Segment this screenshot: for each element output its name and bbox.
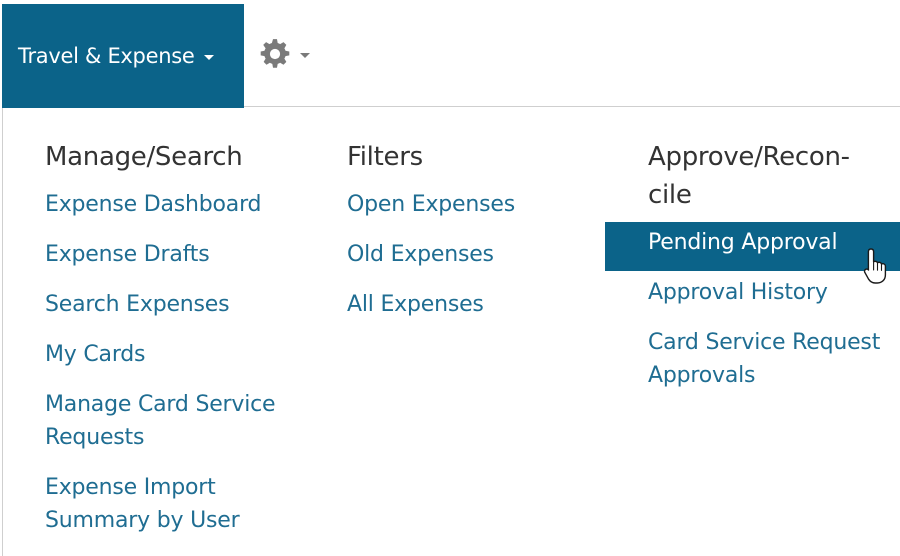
menu-item-manage-card-service-requests[interactable]: Manage Card Service Requests — [45, 388, 295, 454]
travel-expense-menu-button[interactable]: Travel & Expense — [2, 4, 244, 108]
gear-icon — [260, 39, 290, 68]
menu-column-approve-reconcile: Approve/Recon­cile Pending Approval Appr… — [648, 138, 898, 409]
column-heading: Filters — [347, 142, 423, 172]
menu-column-filters: Filters Open Expenses Old Expenses All E… — [347, 138, 515, 338]
menu-column-manage-search: Manage/Search Expense Dashboard Expense … — [45, 138, 295, 554]
hand-pointer-icon — [863, 248, 887, 284]
menu-item-open-expenses[interactable]: Open Expenses — [347, 188, 515, 221]
travel-expense-dropdown-menu: Manage/Search Expense Dashboard Expense … — [2, 108, 900, 556]
settings-menu-button[interactable] — [258, 36, 310, 72]
menu-item-all-expenses[interactable]: All Expenses — [347, 288, 515, 321]
chevron-down-icon — [204, 55, 215, 60]
column-heading: Approve/Recon­cile — [648, 142, 851, 210]
column-heading: Manage/Search — [45, 142, 243, 172]
travel-expense-label: Travel & Expense — [18, 44, 195, 68]
chevron-down-icon — [300, 53, 310, 58]
divider — [244, 106, 900, 107]
menu-item-card-service-request-approvals[interactable]: Card Service Request Approvals — [648, 326, 898, 392]
menu-item-expense-dashboard[interactable]: Expense Dashboard — [45, 188, 295, 221]
top-navigation-bar: Travel & Expense — [0, 0, 900, 108]
menu-item-search-expenses[interactable]: Search Expenses — [45, 288, 295, 321]
menu-item-approval-history[interactable]: Approval History — [648, 276, 898, 309]
menu-item-pending-approval[interactable]: Pending Approval — [648, 226, 898, 259]
menu-item-expense-drafts[interactable]: Expense Drafts — [45, 238, 295, 271]
menu-item-old-expenses[interactable]: Old Expenses — [347, 238, 515, 271]
menu-item-my-cards[interactable]: My Cards — [45, 338, 295, 371]
menu-item-expense-import-summary[interactable]: Expense Import Summary by User — [45, 471, 295, 537]
